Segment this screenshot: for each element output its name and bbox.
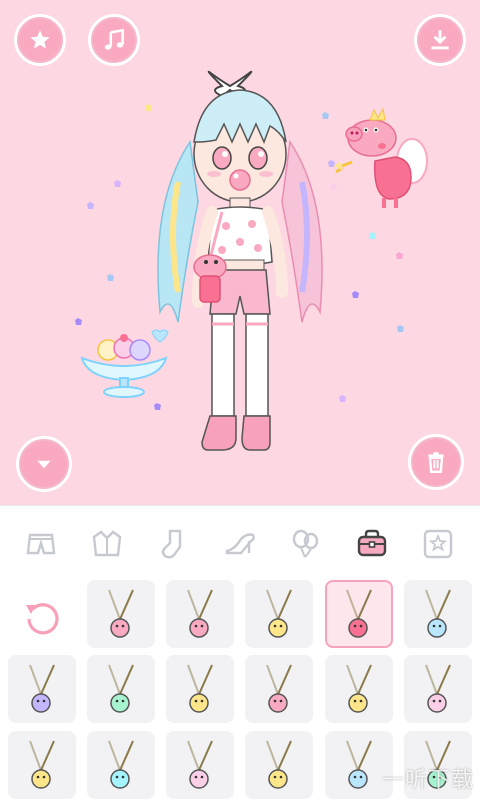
collapse-panel-button[interactable]	[16, 436, 72, 492]
lemon-bag-icon	[29, 740, 55, 789]
tab-props[interactable]	[285, 524, 325, 564]
bunny-bag-icon	[425, 664, 451, 713]
strawberry-bag-icon	[187, 740, 213, 789]
tab-bottoms[interactable]	[21, 524, 61, 564]
milk-box-bag-icon	[108, 664, 134, 713]
bag-item[interactable]	[325, 655, 393, 723]
bag-item[interactable]	[245, 580, 313, 648]
bag-item[interactable]	[245, 731, 313, 799]
heel-shoe-icon	[225, 533, 255, 555]
heart-bag-icon	[346, 664, 372, 713]
bag-item[interactable]	[87, 580, 155, 648]
bag-item[interactable]	[166, 655, 234, 723]
tab-backgrounds[interactable]	[418, 524, 458, 564]
bag-item[interactable]	[87, 731, 155, 799]
tab-bags[interactable]	[352, 524, 392, 564]
bag-item[interactable]	[87, 655, 155, 723]
bow-clutch-icon	[187, 664, 213, 713]
favorites-button[interactable]	[14, 14, 66, 66]
cup-bag-icon	[425, 589, 451, 638]
undo-icon	[26, 603, 59, 635]
shorts-icon	[26, 533, 56, 555]
flower-bag-icon	[187, 589, 213, 638]
bag-item[interactable]	[8, 655, 76, 723]
music-button[interactable]	[88, 14, 140, 66]
bottle-bag-icon	[29, 664, 55, 713]
bag-item[interactable]	[166, 580, 234, 648]
bag-item[interactable]	[8, 731, 76, 799]
download-button[interactable]	[414, 14, 466, 66]
jacket-icon	[92, 530, 122, 557]
cat-bag-icon	[266, 589, 292, 638]
candy-bag-icon	[108, 740, 134, 789]
pink-round-bag-icon	[266, 664, 292, 713]
doll-character	[157, 70, 323, 451]
bear-bag-icon	[108, 589, 134, 638]
star-icon	[30, 30, 50, 49]
bag-item[interactable]	[245, 655, 313, 723]
tab-shoes[interactable]	[220, 524, 260, 564]
chevron-down-icon	[37, 460, 51, 469]
music-note-icon	[104, 28, 124, 50]
sock-icon	[161, 529, 182, 559]
face-bag-icon	[266, 740, 292, 789]
dress-up-stage	[0, 0, 480, 505]
clear-outfit-button[interactable]	[408, 434, 464, 490]
bag-item[interactable]	[404, 580, 472, 648]
category-tabs	[0, 516, 480, 572]
tab-outerwear[interactable]	[87, 524, 127, 564]
trash-icon	[428, 452, 444, 473]
bag-icon	[357, 529, 387, 557]
download-icon	[431, 30, 449, 50]
tab-socks[interactable]	[153, 524, 193, 564]
peppa-bag-icon	[346, 589, 372, 638]
watermark-text: 一听下载	[381, 768, 474, 793]
bag-item[interactable]	[404, 655, 472, 723]
star-frame-icon	[423, 529, 453, 559]
bag-item[interactable]	[166, 731, 234, 799]
balloons-icon	[292, 529, 319, 558]
wardrobe-panel	[0, 505, 480, 801]
bag-item[interactable]	[325, 580, 393, 648]
reset-button[interactable]	[14, 592, 68, 646]
